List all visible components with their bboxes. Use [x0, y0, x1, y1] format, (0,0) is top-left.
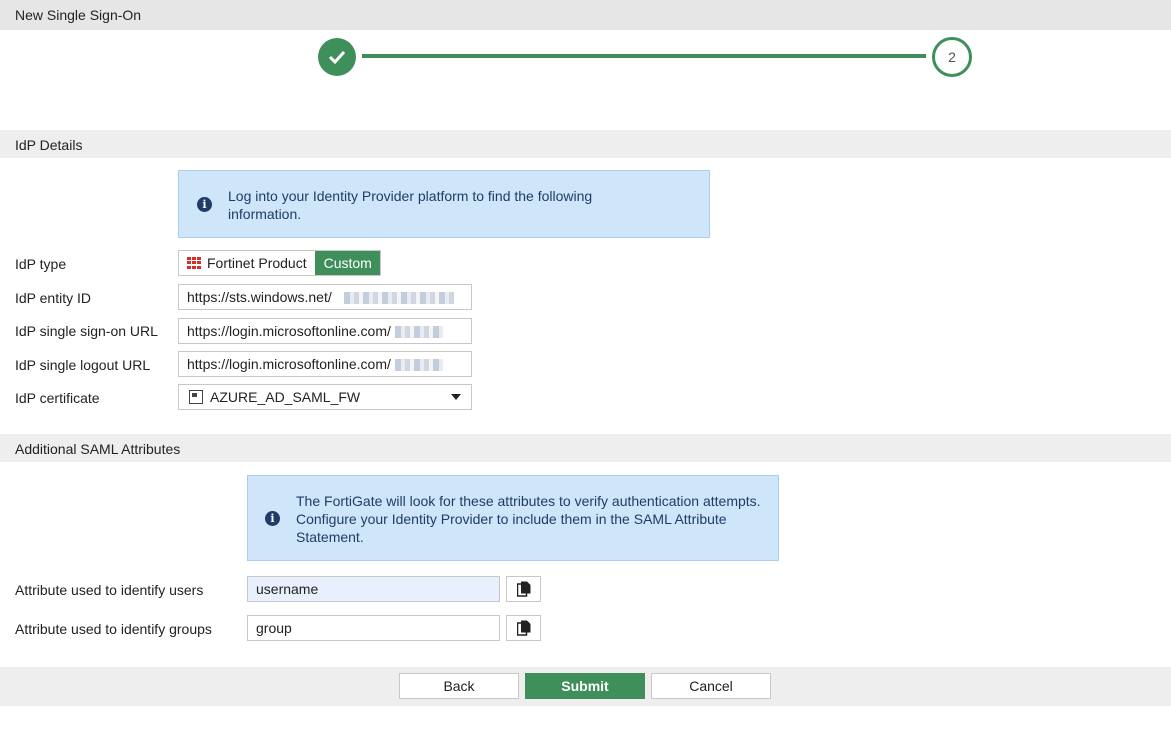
idp-logout-url-label: IdP single logout URL: [15, 357, 151, 373]
redacted-blur: [394, 359, 443, 372]
idp-entity-id-input[interactable]: https://sts.windows.net/: [178, 284, 472, 310]
copy-users-attribute-button[interactable]: [506, 576, 541, 602]
idp-type-option-custom[interactable]: Custom: [314, 251, 380, 275]
section-heading-saml-attributes: Additional SAML Attributes: [0, 434, 1171, 462]
idp-type-selector: Fortinet Product Custom: [178, 250, 381, 276]
idp-certificate-select[interactable]: AZURE_AD_SAML_FW: [178, 384, 472, 410]
idp-certificate-label: IdP certificate: [15, 390, 100, 406]
idp-sso-url-value: https://login.microsoftonline.com/: [187, 323, 391, 339]
idp-type-option-fortinet-label: Fortinet Product: [207, 255, 307, 271]
stepper-progress-line: [362, 54, 926, 58]
groups-attribute-input[interactable]: group: [247, 615, 500, 641]
idp-info-box: i Log into your Identity Provider platfo…: [178, 170, 710, 238]
idp-entity-id-value: https://sts.windows.net/: [187, 289, 332, 305]
back-button[interactable]: Back: [399, 673, 519, 699]
idp-type-option-fortinet[interactable]: Fortinet Product: [179, 251, 315, 275]
section-heading-idp-details: IdP Details: [0, 130, 1171, 158]
idp-sso-url-label: IdP single sign-on URL: [15, 323, 158, 339]
step-2-indicator: 2: [932, 37, 972, 77]
step-1-complete-icon: [318, 38, 356, 76]
idp-logout-url-value: https://login.microsoftonline.com/: [187, 356, 391, 372]
idp-logout-url-input[interactable]: https://login.microsoftonline.com/: [178, 351, 472, 377]
cancel-button[interactable]: Cancel: [651, 673, 771, 699]
copy-icon: [516, 581, 530, 597]
info-icon: i: [265, 511, 280, 526]
users-attribute-input[interactable]: username: [247, 576, 500, 602]
chevron-down-icon: [451, 394, 461, 400]
window-title: New Single Sign-On: [0, 0, 1171, 30]
saml-info-box: i The FortiGate will look for these attr…: [247, 475, 779, 561]
checkmark-icon: [328, 50, 346, 64]
idp-type-option-custom-label: Custom: [323, 255, 372, 271]
redacted-blur: [343, 292, 454, 305]
submit-button[interactable]: Submit: [525, 673, 645, 699]
idp-info-text: Log into your Identity Provider platform…: [228, 188, 593, 222]
idp-type-label: IdP type: [15, 256, 67, 272]
idp-entity-id-label: IdP entity ID: [15, 290, 92, 306]
info-icon: i: [197, 197, 212, 212]
groups-attribute-label: Attribute used to identify groups: [15, 621, 212, 637]
users-attribute-label: Attribute used to identify users: [15, 582, 204, 598]
redacted-blur: [394, 326, 443, 339]
certificate-icon: [189, 390, 203, 404]
saml-info-text: The FortiGate will look for these attrib…: [296, 493, 761, 545]
idp-certificate-value: AZURE_AD_SAML_FW: [210, 389, 361, 405]
copy-groups-attribute-button[interactable]: [506, 615, 541, 641]
copy-icon: [516, 620, 530, 636]
idp-sso-url-input[interactable]: https://login.microsoftonline.com/: [178, 318, 472, 344]
fortinet-logo-icon: [187, 257, 202, 269]
